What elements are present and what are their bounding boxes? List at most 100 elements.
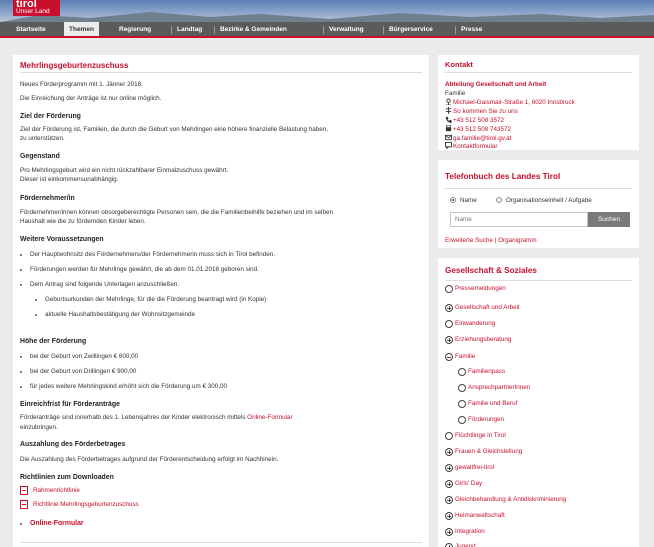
page-title: Mehrlingsgeburtenzuschuss (20, 61, 129, 70)
gesellschaft-soziales-box: Gesellschaft & Soziales Pressemeldungen G… (438, 258, 639, 547)
ziel-text-2: zu unterstützen. (20, 135, 65, 142)
expand-plus-icon[interactable] (445, 542, 453, 547)
search-button[interactable]: Suchen (588, 212, 630, 227)
collapse-minus-icon[interactable] (445, 352, 453, 361)
section-heading-downloads: Richtlinien zum Downloaden (20, 474, 114, 481)
nav-buergerservice[interactable]: Bürgerservice (389, 22, 433, 36)
tree-item-link[interactable]: Gleichbehandlung & Antidiskriminierung (455, 496, 566, 503)
expand-plus-icon[interactable] (445, 511, 453, 520)
nav-themen[interactable]: Themen (64, 22, 99, 36)
section-heading-auszahlung: Auszahlung des Förderbetrages (20, 441, 126, 448)
kontakt-email[interactable]: ga.familie@tirol.gv.at (453, 135, 511, 142)
nav-bezirke-gemeinden[interactable]: Bezirke & Gemeinden (220, 22, 287, 36)
bullet-circle-icon (458, 415, 466, 424)
download-richtlinie-link[interactable]: Richtlinie Mehrlingsgeburtenzuschuss (33, 501, 139, 508)
radio-name[interactable] (450, 197, 456, 203)
telefonbuch-search-input[interactable] (450, 212, 588, 227)
location-pin-icon (445, 98, 452, 105)
section-heading-einreichfrist: Einreichfrist für Förderanträge (20, 401, 120, 408)
pdf-icon (20, 486, 28, 495)
tree-item-link[interactable]: Girls' Day (455, 480, 482, 487)
bullet-circle-icon (458, 399, 466, 408)
tree-item-link[interactable]: Familie und Beruf (468, 400, 517, 407)
nav-startseite[interactable]: Startseite (16, 22, 46, 36)
contact-form-icon (445, 142, 452, 149)
einreichfrist-text-1: Förderanträge sind innerhalb des 1. Lebe… (20, 413, 293, 422)
online-formular-link[interactable]: Online-Formular (30, 520, 84, 527)
kontakt-address[interactable]: Michael-Gaismair-Straße 1, 6020 Innsbruc… (453, 99, 575, 106)
tree-item-link[interactable]: Förderungen (468, 416, 504, 423)
expand-plus-icon[interactable] (445, 303, 453, 312)
online-formular-inline-link[interactable]: Online-Formular (247, 414, 293, 421)
tree-item-link[interactable]: Familienpass (468, 368, 505, 375)
kontakt-fax[interactable]: +43 512 508 743572 (453, 126, 511, 133)
tirol-logo[interactable]: tirol Unser Land (13, 0, 60, 16)
list-item-text: bei der Geburt von Drillingen € 900,00 (30, 368, 137, 375)
tree-item-link[interactable]: Frauen & Gleichstellung (455, 448, 522, 455)
expand-plus-icon[interactable] (445, 447, 453, 456)
list-item-text: bei der Geburt von Zwillingen € 600,00 (30, 353, 139, 360)
expand-plus-icon[interactable] (445, 335, 453, 344)
kontakt-directions[interactable]: So kommen Sie zu uns (453, 108, 518, 115)
telefonbuch-title: Telefonbuch des Landes Tirol (445, 172, 561, 181)
bullet-circle-icon (445, 431, 453, 440)
kontakt-form-link[interactable]: Kontaktformular (453, 143, 497, 150)
pdf-icon (20, 500, 28, 509)
content-divider (20, 542, 422, 543)
title-divider (20, 72, 422, 73)
list-item-text: Der Hauptwohnsitz des Fördernehmers/der … (30, 251, 275, 258)
kontakt-divider (445, 72, 632, 73)
tree-item-link[interactable]: Einwanderung (455, 320, 495, 327)
nav-regierung[interactable]: Regierung (119, 22, 151, 36)
expand-plus-icon[interactable] (445, 463, 453, 472)
list-item-text: Förderungen werden für Mehrlinge gewährt… (30, 266, 259, 273)
tree-item-link[interactable]: Heimanwaltschaft (455, 512, 505, 519)
kontakt-phone[interactable]: +43 512 508 3572 (453, 117, 504, 124)
tree-item-link[interactable]: Jugend (455, 543, 476, 547)
tree-item-link[interactable]: Erziehungsberatung (455, 336, 511, 343)
expand-plus-icon[interactable] (445, 495, 453, 504)
tree-item-link[interactable]: gewaltfrei-tirol (455, 464, 494, 471)
tree-item-link[interactable]: Flüchtlinge in Tirol (455, 432, 506, 439)
gesellschaft-divider (445, 280, 632, 281)
expand-plus-icon[interactable] (445, 479, 453, 488)
expand-plus-icon[interactable] (445, 527, 453, 536)
nav-presse[interactable]: Presse (461, 22, 482, 36)
nav-landtag[interactable]: Landtag (177, 22, 202, 36)
download-rahmenrichtlinie-link[interactable]: Rahmenrichtlinie (33, 487, 80, 494)
bullet-circle-icon (458, 367, 466, 376)
bullet-circle-icon (445, 284, 453, 293)
list-item-text: aktuelle Haushaltsbestätigung der Wohnsi… (45, 311, 196, 318)
kontakt-org[interactable]: Abteilung Gesellschaft und Arbeit (445, 81, 546, 88)
kontakt-box: Kontakt Abteilung Gesellschaft und Arbei… (438, 55, 639, 150)
main-content: Mehrlingsgeburtenzuschuss Neues Förderpr… (13, 55, 429, 547)
list-item-text: für jedes weitere Mehrlingskind erhöht s… (30, 383, 228, 390)
radio-organisation[interactable] (496, 197, 502, 203)
nav-verwaltung[interactable]: Verwaltung (329, 22, 364, 36)
ziel-text-1: Ziel der Förderung ist, Familien, die du… (20, 126, 329, 133)
tree-item-link[interactable]: AnsprechpartnerInnen (468, 384, 530, 391)
nav-separator (214, 26, 215, 34)
nav-separator (455, 26, 456, 34)
header-banner: tirol Unser Land (0, 0, 654, 22)
logo-wordmark: tirol (16, 0, 37, 8)
tree-item-link[interactable]: Integration (455, 528, 485, 535)
intro-text-2: Die Einreichung der Anträge ist nur onli… (20, 95, 162, 102)
gesellschaft-title: Gesellschaft & Soziales (445, 266, 537, 275)
erweiterte-suche-link[interactable]: Erweiterte Suche | Organigramm (445, 237, 537, 244)
section-heading-gegenstand: Gegenstand (20, 153, 60, 160)
tree-item-link[interactable]: Familie (455, 353, 475, 360)
nav-separator (323, 26, 324, 34)
mountain-silhouette (0, 12, 654, 22)
telefonbuch-box: Telefonbuch des Landes Tirol Name Organi… (438, 160, 639, 248)
tree-item-link[interactable]: Gesellschaft und Arbeit (455, 304, 520, 311)
tree-item-link[interactable]: Pressemeldungen (455, 285, 506, 292)
mail-icon (445, 134, 452, 141)
list-item-text: Dem Antrag sind folgende Unterlagen anzu… (30, 281, 180, 288)
bullet-circle-icon (458, 383, 466, 392)
phone-icon (445, 116, 452, 123)
fax-icon (445, 125, 452, 132)
section-heading-foerdernehmer: Fördernehmer/in (20, 195, 75, 202)
einreichfrist-text-2: einzubringen. (20, 424, 58, 431)
gegenstand-text-1: Pro Mehrlingsgeburt wird ein nicht rückz… (20, 167, 229, 174)
